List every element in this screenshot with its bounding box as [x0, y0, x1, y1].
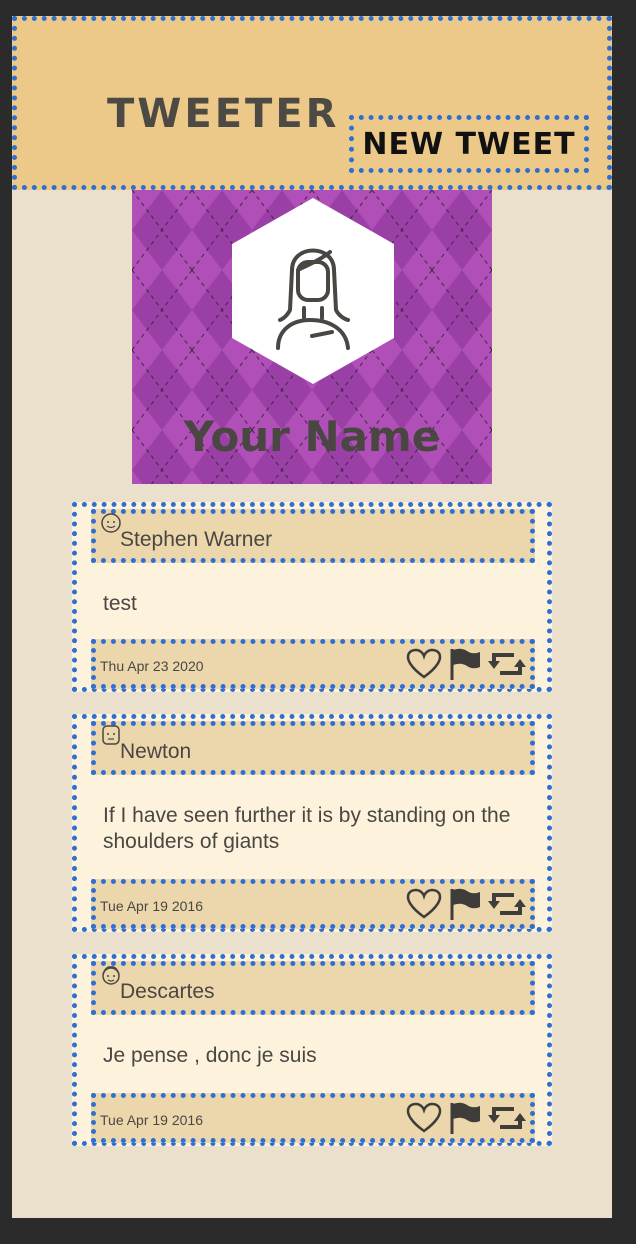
- profile-name: Your Name: [183, 412, 441, 461]
- tweet-footer: Thu Apr 23 2020: [91, 639, 535, 689]
- tweet-date: Tue Apr 19 2016: [100, 898, 204, 914]
- heart-icon[interactable]: [406, 648, 442, 685]
- tweet-footer: Tue Apr 19 2016: [91, 1093, 535, 1143]
- tweet-header: Newton: [91, 721, 535, 775]
- tweet-text: test: [103, 592, 137, 615]
- page: Tweeter New Tweet: [12, 16, 612, 1218]
- new-tweet-button[interactable]: New Tweet: [349, 115, 589, 173]
- tweet-author: Descartes: [120, 980, 215, 1003]
- tweet-card: Stephen Warner test Thu Apr 23 2020: [72, 502, 552, 692]
- tweet-text: If I have seen further it is by standing…: [103, 804, 511, 853]
- tweet-card: Newton If I have seen further it is by s…: [72, 714, 552, 932]
- tweet-header: Descartes: [91, 961, 535, 1015]
- woman-avatar-icon: [232, 198, 394, 384]
- tweet-card: Descartes Je pense , donc je suis Tue Ap…: [72, 954, 552, 1146]
- tweet-author: Stephen Warner: [120, 528, 273, 551]
- tweet-footer: Tue Apr 19 2016: [91, 879, 535, 929]
- flag-icon[interactable]: [448, 887, 482, 926]
- nav-bar: Tweeter New Tweet: [12, 16, 612, 190]
- retweet-icon[interactable]: [488, 649, 526, 684]
- person-avatar-icon: [102, 725, 120, 745]
- tweet-actions: [406, 648, 526, 684]
- tweet-author: Newton: [120, 740, 192, 763]
- profile-banner: Your Name: [132, 190, 492, 484]
- flag-icon[interactable]: [448, 1101, 482, 1140]
- heart-icon[interactable]: [406, 888, 442, 925]
- retweet-icon[interactable]: [488, 1103, 526, 1138]
- retweet-icon[interactable]: [488, 889, 526, 924]
- person-avatar-icon: [102, 966, 120, 985]
- tweet-text: Je pense , donc je suis: [103, 1044, 317, 1067]
- tweet-actions: [406, 1102, 526, 1138]
- tweet-header: Stephen Warner: [91, 509, 535, 563]
- heart-icon[interactable]: [406, 1102, 442, 1139]
- person-avatar-icon: [101, 513, 121, 533]
- tweet-date: Tue Apr 19 2016: [100, 1112, 204, 1128]
- tweet-actions: [406, 888, 526, 924]
- brand-title: Tweeter: [107, 91, 340, 137]
- flag-icon[interactable]: [448, 647, 482, 686]
- tweet-date: Thu Apr 23 2020: [100, 658, 204, 674]
